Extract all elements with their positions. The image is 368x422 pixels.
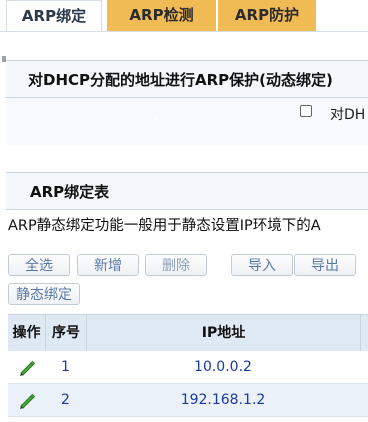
column-header-more [360, 315, 368, 352]
binding-description: ARP静态绑定功能一般用于静态设置IP环境下的A [8, 218, 321, 234]
dhcp-binding-checkbox-label: 对DH [330, 107, 366, 123]
delete-button[interactable]: 删除 [145, 254, 207, 276]
column-header-operation: 操作 [12, 325, 41, 341]
import-button[interactable]: 导入 [231, 254, 293, 276]
tab-arp-binding[interactable]: ARP绑定 [6, 0, 102, 31]
dhcp-binding-checkbox[interactable] [300, 105, 312, 117]
tab-bar: ARP绑定 ARP检测 ARP防护 [0, 0, 368, 32]
add-button[interactable]: 新增 [77, 254, 139, 276]
tab-arp-protection[interactable]: ARP防护 [218, 0, 316, 31]
decorative-dot [156, 118, 158, 120]
row-ip-address[interactable]: 192.168.1.2 [86, 384, 360, 417]
row-index: 1 [61, 359, 70, 375]
table-header: 操作 序号 IP地址 [8, 314, 368, 353]
table-row: 1 10.0.0.2 [8, 351, 368, 384]
binding-section-title: ARP绑定表 [30, 183, 110, 201]
row-index: 2 [61, 392, 70, 408]
pencil-edit-icon[interactable] [18, 360, 36, 376]
static-bind-button[interactable]: 静态绑定 [8, 283, 80, 305]
dhcp-section-title: 对DHCP分配的地址进行ARP保护(动态绑定) [28, 71, 333, 89]
column-header-index: 序号 [45, 315, 86, 352]
pencil-edit-icon[interactable] [18, 393, 36, 409]
table-row: 2 192.168.1.2 [8, 384, 368, 417]
select-all-button[interactable]: 全选 [8, 254, 70, 276]
export-button[interactable]: 导出 [294, 254, 356, 276]
tab-divider [0, 31, 368, 32]
dhcp-section-header: 对DHCP分配的地址进行ARP保护(动态绑定) [6, 61, 368, 98]
row-ip-address[interactable]: 10.0.0.2 [86, 351, 360, 384]
tab-arp-detection[interactable]: ARP检测 [107, 0, 216, 31]
binding-section-header: ARP绑定表 [6, 172, 368, 210]
column-header-ip: IP地址 [86, 315, 360, 352]
dhcp-protection-section: 对DHCP分配的地址进行ARP保护(动态绑定) 对DH [6, 60, 368, 145]
dhcp-section-body: 对DH [6, 98, 368, 145]
